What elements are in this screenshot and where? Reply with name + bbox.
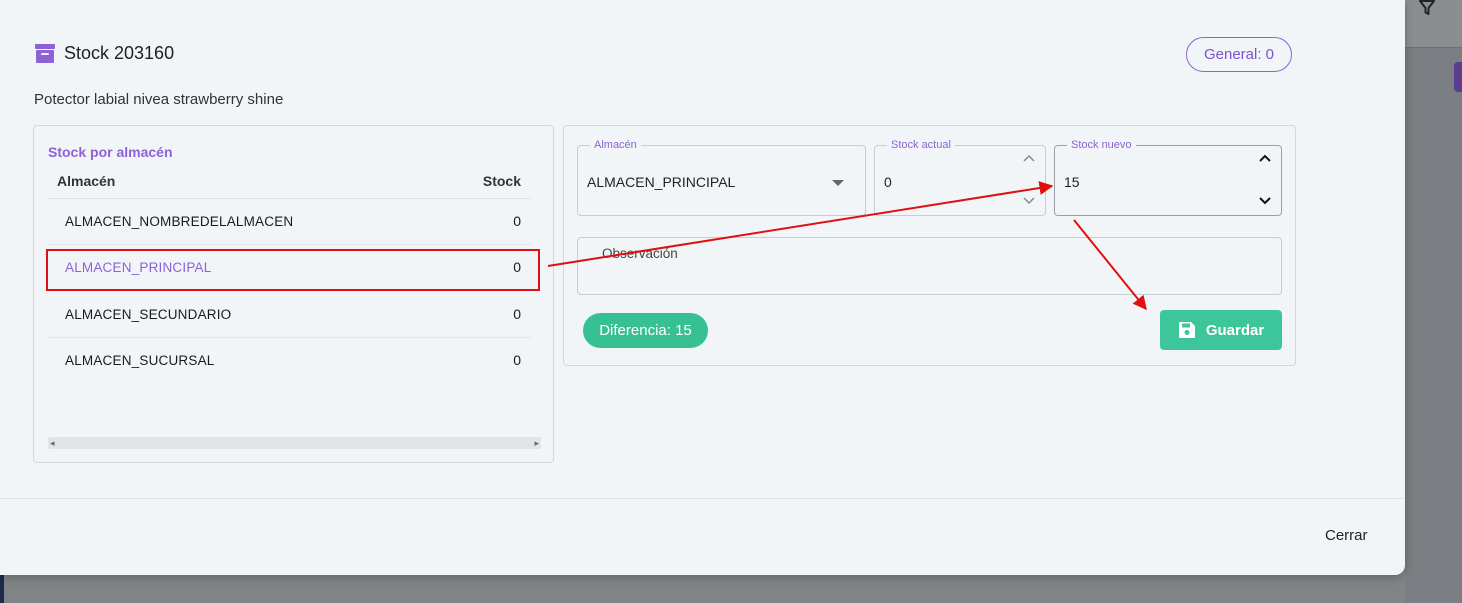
current-stock-value: 0 (884, 174, 892, 190)
observation-placeholder: Observación (602, 246, 678, 261)
row-stock: 0 (513, 352, 521, 368)
footer-divider (0, 498, 1405, 499)
close-button[interactable]: Cerrar (1325, 527, 1368, 544)
current-stock-label: Stock actual (887, 138, 955, 152)
chevron-up-icon[interactable] (1023, 151, 1035, 165)
current-stock-input[interactable]: Stock actual 0 (874, 138, 1046, 216)
new-stock-value: 15 (1064, 174, 1080, 190)
row-warehouse: ALMACEN_SUCURSAL (65, 353, 215, 368)
new-stock-label: Stock nuevo (1067, 138, 1136, 152)
chevron-down-icon[interactable] (1023, 194, 1035, 208)
background-page (1405, 0, 1462, 603)
difference-badge: Diferencia: 15 (583, 313, 708, 348)
new-stock-input[interactable]: Stock nuevo 15 (1054, 138, 1282, 216)
row-warehouse: ALMACEN_SECUNDARIO (65, 307, 232, 322)
scroll-right-icon[interactable]: ▸ (534, 437, 539, 449)
row-warehouse: ALMACEN_NOMBREDELALMACEN (65, 214, 294, 229)
chevron-down-icon[interactable] (1259, 194, 1271, 208)
floppy-disk-icon (1178, 321, 1196, 339)
observation-field[interactable]: Observación (577, 237, 1282, 295)
table-row[interactable]: ALMACEN_NOMBREDELALMACEN 0 (48, 199, 531, 245)
background-edge (0, 575, 4, 603)
row-stock: 0 (513, 213, 521, 229)
annotation-highlight-box (46, 249, 540, 291)
modal-title: Stock 203160 (64, 42, 175, 63)
stock-by-warehouse-card: Stock por almacén Almacén Stock ALMACEN_… (33, 125, 554, 463)
archive-icon (34, 42, 56, 64)
table-row[interactable]: ALMACEN_SUCURSAL 0 (48, 338, 531, 384)
chevron-up-icon[interactable] (1259, 151, 1271, 165)
save-button[interactable]: Guardar (1160, 310, 1282, 350)
filter-icon (1419, 0, 1435, 21)
warehouse-select-value: ALMACEN_PRINCIPAL (587, 174, 736, 190)
warehouse-select-label: Almacén (590, 138, 641, 152)
row-stock: 0 (513, 306, 521, 322)
stock-modal: Stock 203160 General: 0 Potector labial … (0, 0, 1405, 575)
chevron-down-icon[interactable] (832, 180, 844, 186)
warehouse-select[interactable]: Almacén ALMACEN_PRINCIPAL (577, 138, 866, 216)
header-stock: Stock (482, 173, 521, 189)
horizontal-scrollbar[interactable]: ◂ ▸ (48, 437, 541, 449)
table-row[interactable]: ALMACEN_SECUNDARIO 0 (48, 292, 531, 338)
stock-table-header: Almacén Stock (48, 173, 531, 199)
scroll-left-icon[interactable]: ◂ (50, 437, 55, 449)
header-warehouse: Almacén (57, 173, 116, 189)
background-button (1454, 62, 1462, 92)
stock-table-title: Stock por almacén (48, 144, 173, 160)
general-stock-badge: General: 0 (1186, 37, 1292, 72)
save-button-label: Guardar (1205, 321, 1265, 339)
modal-header: Stock 203160 (34, 42, 174, 64)
product-name: Potector labial nivea strawberry shine (34, 91, 284, 108)
background-toolbar (1405, 0, 1462, 48)
stock-adjust-card: Almacén ALMACEN_PRINCIPAL Stock actual 0… (563, 125, 1296, 366)
